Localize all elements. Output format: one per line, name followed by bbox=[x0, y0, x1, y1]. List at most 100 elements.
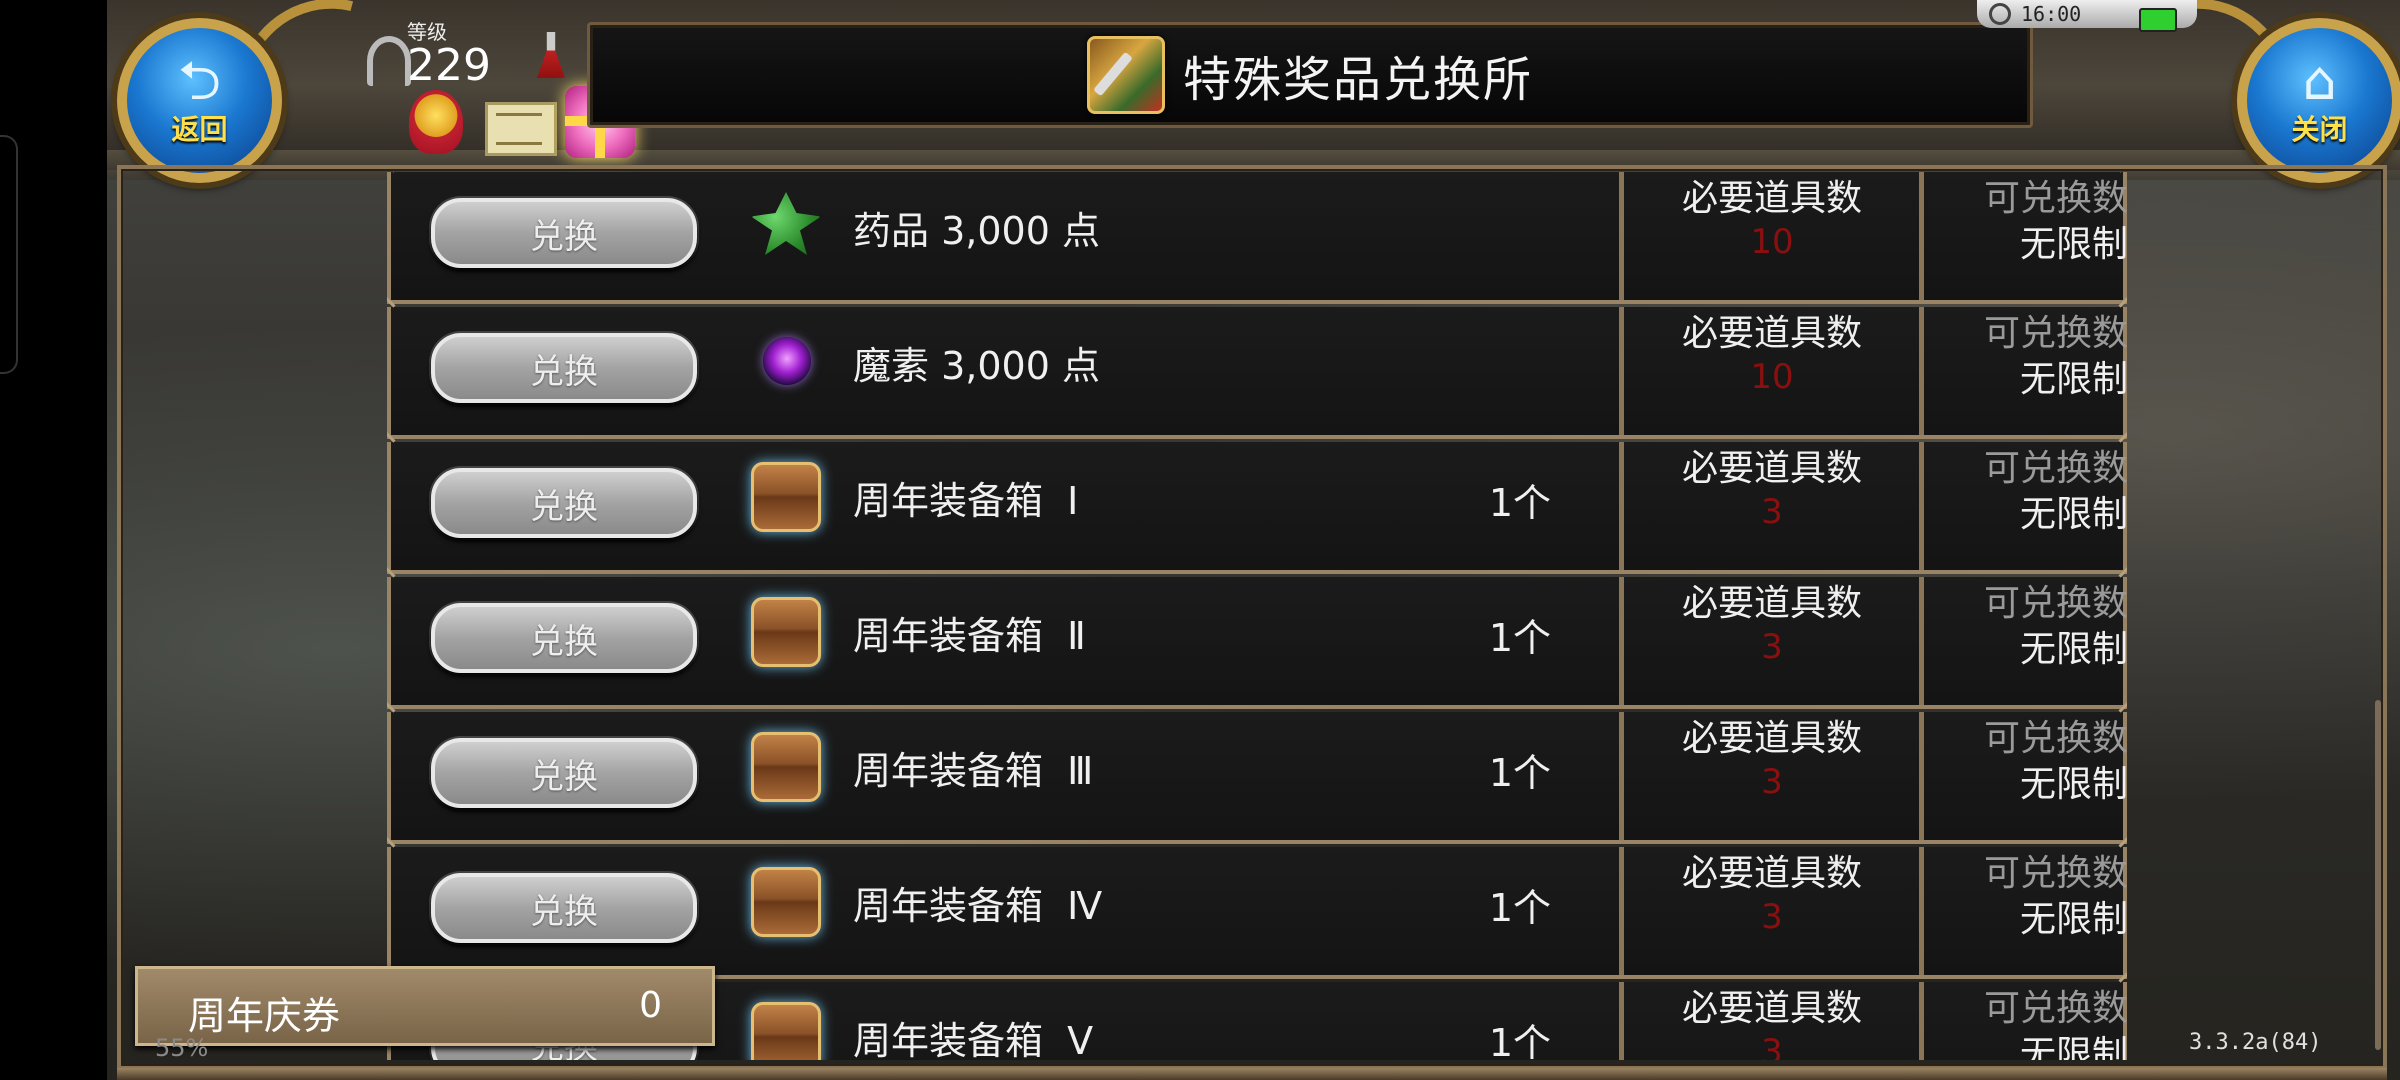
limit-value: 无限制 bbox=[2019, 359, 2127, 400]
required-label: 必要道具数 bbox=[1681, 448, 1862, 489]
exchange-list[interactable]: 兑换药品 3,000 点必要道具数10可兑换数量无限制兑换魔素 3,000 点必… bbox=[387, 172, 2127, 1060]
exchange-row: 兑换周年装备箱 Ⅰ1个必要道具数3可兑换数量无限制 bbox=[387, 442, 2127, 574]
item-name: 周年装备箱 Ⅱ bbox=[853, 614, 1086, 658]
column-divider bbox=[1619, 847, 1624, 975]
exchange-button[interactable]: 兑换 bbox=[431, 738, 697, 808]
limit-value: 无限制 bbox=[2019, 629, 2127, 670]
required-label: 必要道具数 bbox=[1681, 853, 1862, 894]
page-title: 特殊奖品兑换所 bbox=[1182, 52, 1533, 108]
limit-value: 无限制 bbox=[2019, 494, 2127, 535]
limit-label: 可兑换数量 bbox=[1983, 853, 2127, 894]
item-quantity: 1个 bbox=[1488, 886, 1551, 930]
progress-percent: 55% bbox=[155, 1034, 209, 1062]
ticket-label: 周年庆券 bbox=[188, 994, 341, 1038]
ticket-panel: 周年庆券 0 bbox=[135, 966, 715, 1046]
item-name: 周年装备箱 Ⅳ bbox=[853, 884, 1103, 928]
limit-label: 可兑换数量 bbox=[1983, 178, 2127, 219]
limit-value: 无限制 bbox=[2019, 764, 2127, 805]
back-button-label: 返回 bbox=[171, 112, 228, 146]
required-count: 3 bbox=[1761, 762, 1783, 802]
limit-cell: 可兑换数量无限制 bbox=[1924, 176, 2127, 268]
exchange-row: 兑换药品 3,000 点必要道具数10可兑换数量无限制 bbox=[387, 172, 2127, 304]
exchange-button[interactable]: 兑换 bbox=[431, 198, 697, 268]
limit-cell: 可兑换数量无限制 bbox=[1924, 446, 2127, 538]
wrench-icon bbox=[367, 36, 411, 86]
required-cell: 必要道具数 10 bbox=[1625, 176, 1919, 262]
item-name: 周年装备箱 Ⅴ bbox=[853, 1019, 1094, 1060]
required-label: 必要道具数 bbox=[1681, 313, 1862, 354]
game-screen: ⮌ 返回 等级 229 特殊奖品兑换所 16:00 ⌂ 关闭 兑换 药品 3,00… bbox=[107, 0, 2400, 1080]
required-count: 3 bbox=[1761, 627, 1783, 667]
flask-icon[interactable] bbox=[537, 32, 565, 78]
exchange-button[interactable]: 兑换 bbox=[431, 603, 697, 673]
required-cell: 必要道具数 3 bbox=[1625, 716, 1919, 802]
mail-icon[interactable] bbox=[485, 102, 557, 156]
limit-value: 无限制 bbox=[2019, 224, 2127, 265]
back-button[interactable]: ⮌ 返回 bbox=[117, 18, 282, 183]
required-cell: 必要道具数 3 bbox=[1625, 851, 1919, 937]
exchange-shop-icon bbox=[1086, 36, 1165, 114]
limit-label: 可兑换数量 bbox=[1983, 583, 2127, 624]
item-name: 周年装备箱 Ⅲ bbox=[853, 749, 1094, 793]
limit-value: 无限制 bbox=[2019, 1034, 2127, 1060]
exchange-row: 兑换周年装备箱 Ⅱ1个必要道具数3可兑换数量无限制 bbox=[387, 577, 2127, 709]
limit-cell: 可兑换数量无限制 bbox=[1924, 581, 2127, 673]
device-bezel bbox=[0, 0, 107, 1080]
column-divider bbox=[1619, 172, 1624, 300]
exchange-button[interactable]: 兑换 bbox=[431, 468, 697, 538]
exchange-row: 兑换 魔素 3,000 点 必要道具数10 可兑换数量无限制 bbox=[387, 307, 2127, 439]
item-quantity: 1个 bbox=[1488, 481, 1551, 525]
chest-icon bbox=[751, 732, 821, 802]
close-button-label: 关闭 bbox=[2291, 112, 2348, 146]
required-cell: 必要道具数 10 bbox=[1625, 311, 1919, 397]
chest-icon bbox=[751, 462, 821, 532]
chest-icon bbox=[751, 867, 821, 937]
required-cell: 必要道具数 3 bbox=[1625, 581, 1919, 667]
medal-icon[interactable] bbox=[409, 90, 463, 154]
column-divider bbox=[1619, 577, 1624, 705]
required-count: 10 bbox=[1750, 357, 1794, 397]
required-label: 必要道具数 bbox=[1681, 988, 1862, 1029]
required-count: 3 bbox=[1761, 1032, 1783, 1060]
required-count: 3 bbox=[1761, 897, 1783, 937]
limit-label: 可兑换数量 bbox=[1983, 448, 2127, 489]
ticket-count: 0 bbox=[639, 985, 662, 1026]
back-arrow-icon: ⮌ bbox=[177, 48, 222, 112]
close-button[interactable]: ⌂ 关闭 bbox=[2237, 18, 2400, 183]
title-bar: 特殊奖品兑换所 bbox=[587, 22, 2033, 128]
limit-cell: 可兑换数量无限制 bbox=[1924, 986, 2127, 1060]
exchange-row: 兑换周年装备箱 Ⅳ1个必要道具数3可兑换数量无限制 bbox=[387, 847, 2127, 979]
clover-icon bbox=[751, 192, 821, 255]
limit-label: 可兑换数量 bbox=[1983, 988, 2127, 1029]
clock-time: 16:00 bbox=[2021, 2, 2082, 26]
home-icon: ⌂ bbox=[2302, 48, 2337, 112]
chest-icon bbox=[751, 597, 821, 667]
item-quantity: 1个 bbox=[1488, 616, 1551, 660]
item-quantity: 1个 bbox=[1488, 1021, 1551, 1060]
exchange-row: 兑换周年装备箱 Ⅲ1个必要道具数3可兑换数量无限制 bbox=[387, 712, 2127, 844]
battery-icon bbox=[2139, 8, 2177, 32]
required-cell: 必要道具数 3 bbox=[1625, 446, 1919, 532]
orb-icon bbox=[763, 337, 811, 385]
limit-cell: 可兑换数量无限制 bbox=[1924, 716, 2127, 808]
required-label: 必要道具数 bbox=[1681, 178, 1862, 219]
exchange-button[interactable]: 兑换 bbox=[431, 333, 697, 403]
column-divider bbox=[1619, 712, 1624, 840]
item-name: 魔素 3,000 点 bbox=[853, 344, 1100, 388]
required-label: 必要道具数 bbox=[1681, 583, 1862, 624]
required-count: 10 bbox=[1750, 222, 1794, 262]
required-count: 3 bbox=[1761, 492, 1783, 532]
exchange-button[interactable]: 兑换 bbox=[431, 873, 697, 943]
required-cell: 必要道具数 3 bbox=[1625, 986, 1919, 1060]
limit-value: 无限制 bbox=[2019, 899, 2127, 940]
limit-label: 可兑换数量 bbox=[1983, 313, 2127, 354]
level-value: 229 bbox=[407, 40, 491, 91]
limit-cell: 可兑换数量无限制 bbox=[1924, 851, 2127, 943]
item-name: 周年装备箱 Ⅰ bbox=[853, 479, 1079, 523]
chest-icon bbox=[751, 1002, 821, 1060]
column-divider bbox=[1619, 442, 1624, 570]
list-scrollbar[interactable] bbox=[2375, 700, 2381, 1050]
required-label: 必要道具数 bbox=[1681, 718, 1862, 759]
column-divider bbox=[1619, 982, 1624, 1060]
item-quantity: 1个 bbox=[1488, 751, 1551, 795]
